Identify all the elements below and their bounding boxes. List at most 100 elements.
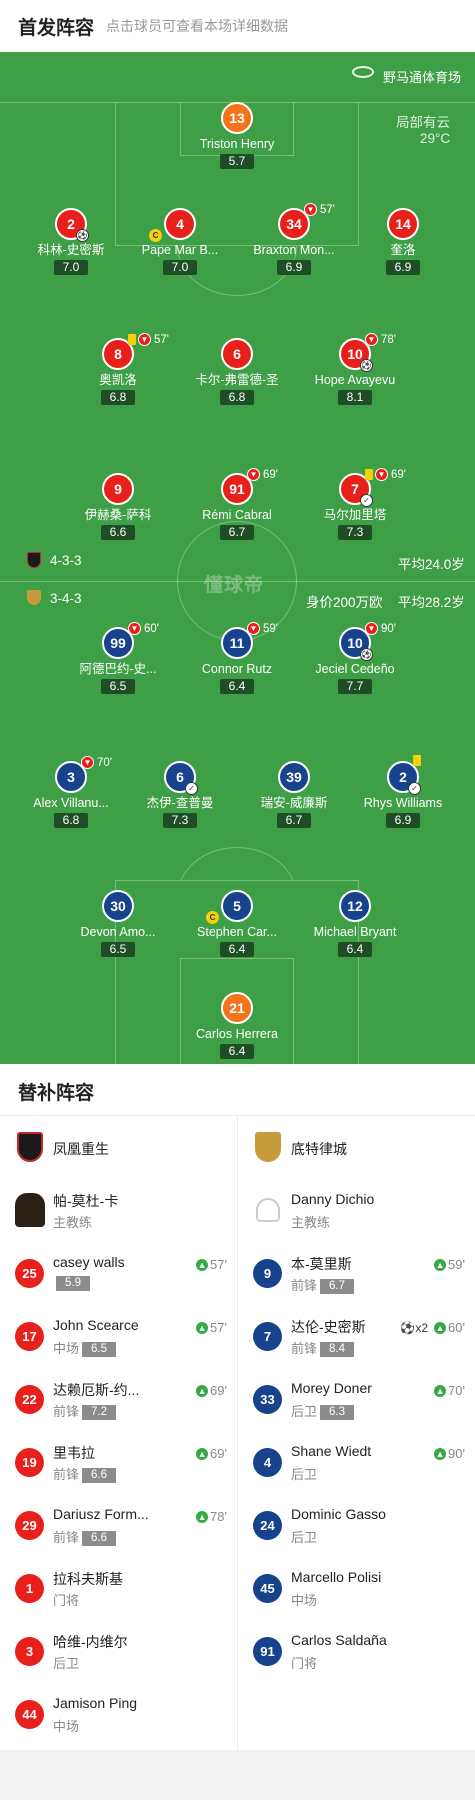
player-position: 后卫 xyxy=(291,1467,318,1482)
watermark: 懂球帝 xyxy=(204,575,265,596)
sub-in-time: ▲ 59' xyxy=(434,1257,465,1272)
away-player[interactable]: 10 ⚽ ▼ 90' Jeciel Cedeño 7.7 xyxy=(295,622,415,695)
home-player[interactable]: 2 ⚽ 科林-史密斯 7.0 xyxy=(11,208,131,276)
home-team-row[interactable]: 凤凰重生 xyxy=(0,1116,237,1178)
player-number: 6 xyxy=(221,338,253,370)
sub-player-row[interactable]: 22 达赖厄斯-约... 前锋 7.2 ▲ 69' xyxy=(0,1367,237,1430)
sub-player-row[interactable]: 7 达伦-史密斯 前锋 8.4 ⚽x2 ▲ 60' xyxy=(238,1304,475,1367)
player-name: 阿德巴约-史... xyxy=(79,662,157,676)
yellow-card-icon xyxy=(128,334,136,345)
player-name: Stephen Car... xyxy=(197,925,277,939)
player-rating: 6.8 xyxy=(220,390,254,405)
player-name: Shane Wiedt xyxy=(291,1443,372,1459)
player-name: Rhys Williams xyxy=(363,796,443,810)
away-player[interactable]: 99 ▼ 60' 阿德巴约-史... 6.5 xyxy=(58,622,178,695)
sub-player-row[interactable]: 19 里韦拉 前锋 6.6 ▲ 69' xyxy=(0,1430,237,1493)
away-player[interactable]: 5C Stephen Car... 6.4 xyxy=(177,890,297,958)
sub-player-row[interactable]: 25 casey walls 5.9 ▲ 57' xyxy=(0,1241,237,1304)
player-rating: 6.8 xyxy=(101,390,135,405)
player-rating: 7.7 xyxy=(338,679,372,694)
sub-in-icon: ▲ xyxy=(196,1447,209,1460)
sub-in-icon: ▲ xyxy=(196,1321,209,1334)
player-name: 拉科夫斯基 xyxy=(53,1571,123,1587)
player-rating: 7.3 xyxy=(163,813,197,828)
sub-player-row[interactable]: 33 Morey Doner 后卫 6.3 ▲ 70' xyxy=(238,1367,475,1430)
sub-player-row[interactable]: 91 Carlos Saldaña 门将 xyxy=(238,1619,475,1682)
player-name: Morey Doner xyxy=(291,1380,372,1396)
sub-player-row[interactable]: 1 拉科夫斯基 门将 xyxy=(0,1556,237,1619)
card-event xyxy=(413,755,423,766)
away-player[interactable]: 6 ✓ 杰伊-查普曼 7.3 xyxy=(120,761,240,829)
team-name: 凤凰重生 xyxy=(53,1141,109,1157)
player-number: 44 xyxy=(15,1700,44,1729)
player-number: 14 xyxy=(387,208,419,240)
home-player[interactable]: 10 ⚽ ▼ 78' Hope Avayevu 8.1 xyxy=(295,333,415,406)
away-formation: 3-4-3 xyxy=(50,591,82,606)
player-rating: 6.7 xyxy=(220,525,254,540)
coach-row[interactable]: Danny Dichio 主教练 xyxy=(238,1178,475,1241)
player-rating: 8.4 xyxy=(320,1342,355,1357)
home-formation: 4-3-3 xyxy=(50,553,82,568)
sub-in-icon: ▲ xyxy=(434,1258,447,1271)
away-player[interactable]: 2 ✓ Rhys Williams 6.9 xyxy=(343,755,463,829)
away-player[interactable]: 11 ▼ 59' Connor Rutz 6.4 xyxy=(177,622,297,695)
sub-player-row[interactable]: 3 哈维-内维尔 后卫 xyxy=(0,1619,237,1682)
sub-player-row[interactable]: 9 本-莫里斯 前锋 6.7 ▲ 59' xyxy=(238,1241,475,1304)
home-player[interactable]: 91 ▼ 69' Rémi Cabral 6.7 xyxy=(177,468,297,541)
player-position: 前锋 8.4 xyxy=(291,1338,355,1357)
coach-row[interactable]: 帕-莫杜-卡 主教练 xyxy=(0,1178,237,1241)
player-number: 13 xyxy=(221,102,253,134)
player-rating: 6.3 xyxy=(320,1405,355,1420)
substitutes-section: 替补阵容 凤凰重生 帕-莫杜-卡 主教练 25 casey walls 5.9 … xyxy=(0,1064,475,1750)
home-player[interactable]: 34 ▼ 57' Braxton Mon... 6.9 xyxy=(234,203,354,276)
sub-player-row[interactable]: 24 Dominic Gasso 后卫 xyxy=(238,1493,475,1556)
home-player[interactable]: 13 Triston Henry 5.7 xyxy=(177,102,297,170)
away-team-row[interactable]: 底特律城 xyxy=(238,1116,475,1178)
lineup-header: 首发阵容 点击球员可查看本场详细数据 xyxy=(0,0,475,52)
sub-player-row[interactable]: 45 Marcello Polisi 中场 xyxy=(238,1556,475,1619)
goal-ball-icon: ⚽x2 xyxy=(400,1320,429,1335)
player-rating: 7.0 xyxy=(54,260,88,275)
player-rating: 7.0 xyxy=(163,260,197,275)
player-number: 25 xyxy=(15,1259,44,1288)
player-number: 21 xyxy=(221,992,253,1024)
sub-player-row[interactable]: 44 Jamison Ping 中场 xyxy=(0,1682,237,1745)
player-position: 前锋 7.2 xyxy=(53,1401,117,1420)
team-name: 底特律城 xyxy=(291,1141,347,1157)
away-player[interactable]: 39 瑞安-威廉斯 6.7 xyxy=(234,761,354,829)
sub-player-row[interactable]: 4 Shane Wiedt 后卫 ▲ 90' xyxy=(238,1430,475,1493)
home-player[interactable]: 14 奎洛 6.9 xyxy=(343,208,463,276)
home-player[interactable]: 7 ✓ ▼ 69' 马尔加里塔 7.3 xyxy=(295,468,415,541)
sub-player-row[interactable]: 17 John Scearce 中场 6.5 ▲ 57' xyxy=(0,1304,237,1367)
sub-in-time: ▲ 90' xyxy=(434,1446,465,1461)
home-player[interactable]: 9 伊赫桑-萨科 6.6 xyxy=(58,473,178,541)
home-player[interactable]: 8 ▼ 57' 奥凯洛 6.8 xyxy=(58,333,178,406)
sub-in-time: ▲ 57' xyxy=(196,1320,227,1335)
player-rating: 6.4 xyxy=(220,942,254,957)
player-name: 里韦拉 xyxy=(53,1445,95,1461)
away-player[interactable]: 21 Carlos Herrera 6.4 xyxy=(177,992,297,1060)
away-player[interactable]: 3 ▼ 70' Alex Villanu... 6.8 xyxy=(11,756,131,829)
player-name: Devon Amo... xyxy=(80,925,156,939)
player-name: Jeciel Cedeño xyxy=(315,662,395,676)
player-rating: 6.4 xyxy=(220,1044,254,1059)
player-name: 奥凯洛 xyxy=(99,373,137,387)
away-avg-age: 平均28.2岁 xyxy=(398,595,465,610)
away-player[interactable]: 12 Michael Bryant 6.4 xyxy=(295,890,415,958)
player-name: casey walls xyxy=(53,1254,125,1270)
home-player[interactable]: 4C Pape Mar B... 7.0 xyxy=(120,208,240,276)
player-number: 1 xyxy=(15,1574,44,1603)
sub-off-icon: ▼ xyxy=(304,203,317,216)
sub-in-icon: ▲ xyxy=(196,1258,209,1271)
yellow-card-icon xyxy=(413,755,421,766)
player-number: 4 xyxy=(253,1448,282,1477)
player-name: 达伦-史密斯 xyxy=(291,1319,366,1335)
sub-player-row[interactable]: 29 Dariusz Form... 前锋 6.6 ▲ 78' xyxy=(0,1493,237,1556)
sub-in-time: ⚽x2 ▲ 60' xyxy=(400,1320,465,1335)
sub-off-icon: ▼ xyxy=(247,468,260,481)
sub-in-time: ▲ 70' xyxy=(434,1383,465,1398)
home-player[interactable]: 6 卡尔-弗雷德-圣 6.8 xyxy=(177,338,297,406)
player-number: 33 xyxy=(253,1385,282,1414)
player-name: Hope Avayevu xyxy=(314,373,396,387)
away-player[interactable]: 30 Devon Amo... 6.5 xyxy=(58,890,178,958)
